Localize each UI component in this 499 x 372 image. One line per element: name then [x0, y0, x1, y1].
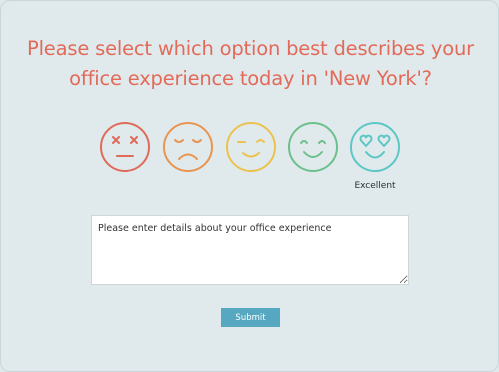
question-title: Please select which option best describe…: [1, 34, 499, 94]
rating-option-1[interactable]: [99, 121, 151, 173]
question-line-2: office experience today in 'New York'?: [69, 67, 432, 90]
love-face-icon: [350, 122, 400, 172]
rating-option-4[interactable]: [287, 121, 339, 173]
neutral-face-icon: [226, 122, 276, 172]
rating-option-3[interactable]: [225, 121, 277, 173]
rating-option-2[interactable]: [162, 121, 214, 173]
rating-option-5[interactable]: [349, 121, 401, 173]
rating-label-excellent: Excellent: [354, 181, 396, 191]
submit-button[interactable]: Submit: [221, 308, 280, 327]
survey-card: Please select which option best describe…: [0, 0, 499, 372]
unhappy-face-icon: [163, 122, 213, 172]
question-line-1: Please select which option best describe…: [27, 37, 474, 60]
experience-details-textarea[interactable]: [91, 215, 409, 285]
happy-face-icon: [288, 122, 338, 172]
very-unhappy-face-icon: [100, 122, 150, 172]
